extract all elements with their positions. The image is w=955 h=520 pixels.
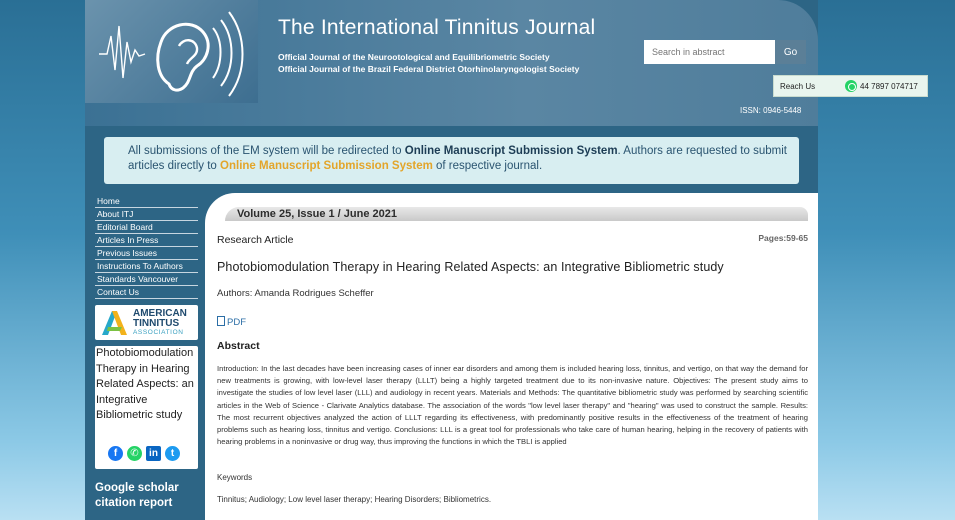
broken-image-alt-text: Photobiomodulation Therapy in Hearing Re…	[96, 347, 194, 421]
notice-link-submission-system-2[interactable]: Online Manuscript Submission System	[220, 160, 433, 172]
search-input[interactable]	[644, 40, 775, 64]
sidebar-item-editorial-board[interactable]: Editorial Board	[95, 221, 198, 234]
article-thumbnail-alt[interactable]: Photobiomodulation Therapy in Hearing Re…	[95, 346, 198, 469]
ata-logo-subtext: ASSOCIATION	[133, 329, 184, 336]
reach-us-phone[interactable]: 44 7897 074717	[860, 82, 918, 91]
sidebar-item-instructions[interactable]: Instructions To Authors	[95, 260, 198, 273]
journal-subtitle-1: Official Journal of the Neurootological …	[278, 52, 550, 62]
pdf-link[interactable]: PDF	[217, 316, 246, 328]
journal-subtitle-2: Official Journal of the Brazil Federal D…	[278, 64, 580, 74]
issn-label: ISSN: 0946-5448	[740, 106, 802, 115]
article-type: Research Article	[217, 234, 294, 246]
notice-text: of respective journal.	[432, 160, 543, 172]
abstract-text: Introduction: In the last decades have b…	[217, 364, 808, 447]
sidebar-item-standards-vancouver[interactable]: Standards Vancouver	[95, 273, 198, 286]
sidebar-item-previous-issues[interactable]: Previous Issues	[95, 247, 198, 260]
whatsapp-icon	[845, 80, 857, 92]
ata-a-icon	[102, 311, 127, 335]
sidebar-item-contact[interactable]: Contact Us	[95, 286, 198, 299]
sidebar-item-about[interactable]: About ITJ	[95, 208, 198, 221]
volume-issue-bar[interactable]: Volume 25, Issue 1 / June 2021	[225, 207, 808, 221]
journal-title[interactable]: The International Tinnitus Journal	[278, 16, 595, 40]
submission-notice: All submissions of the EM system will be…	[104, 137, 799, 184]
facebook-icon[interactable]: f	[108, 446, 123, 461]
ata-line2: TINNITUS	[133, 318, 180, 329]
article-pages: Pages:59-65	[758, 233, 808, 243]
article-content: Volume 25, Issue 1 / June 2021 Research …	[205, 193, 818, 520]
keywords-text: Tinnitus; Audiology; Low level laser the…	[217, 495, 492, 504]
sidebar-item-articles-in-press[interactable]: Articles In Press	[95, 234, 198, 247]
pdf-label: PDF	[227, 317, 246, 328]
ata-logo-text: AMERICAN TINNITUS	[133, 309, 187, 329]
reach-us-box[interactable]: Reach Us 44 7897 074717	[773, 75, 928, 97]
journal-logo[interactable]	[85, 0, 258, 103]
reach-us-label: Reach Us	[780, 82, 816, 91]
abstract-heading: Abstract	[217, 340, 260, 352]
ata-logo[interactable]: AMERICAN TINNITUS ASSOCIATION	[95, 305, 198, 340]
linkedin-icon[interactable]: in	[146, 446, 161, 461]
notice-text: All submissions of the EM system will be…	[128, 145, 405, 157]
ear-soundwave-icon	[99, 11, 244, 97]
notice-link-submission-system[interactable]: Online Manuscript Submission System	[405, 145, 618, 157]
sidebar-item-home[interactable]: Home	[95, 195, 198, 208]
twitter-icon[interactable]: t	[165, 446, 180, 461]
article-authors: Authors: Amanda Rodrigues Scheffer	[217, 288, 374, 299]
keywords-heading: Keywords	[217, 473, 253, 482]
pdf-icon	[217, 316, 225, 326]
search-go-button[interactable]: Go	[775, 40, 806, 64]
sidebar-nav: Home About ITJ Editorial Board Articles …	[95, 195, 198, 299]
google-scholar-link[interactable]: Google scholar citation report	[95, 481, 205, 511]
article-title: Photobiomodulation Therapy in Hearing Re…	[217, 260, 724, 274]
social-share-bar: f ✆ in t	[108, 446, 184, 464]
whatsapp-icon[interactable]: ✆	[127, 446, 142, 461]
